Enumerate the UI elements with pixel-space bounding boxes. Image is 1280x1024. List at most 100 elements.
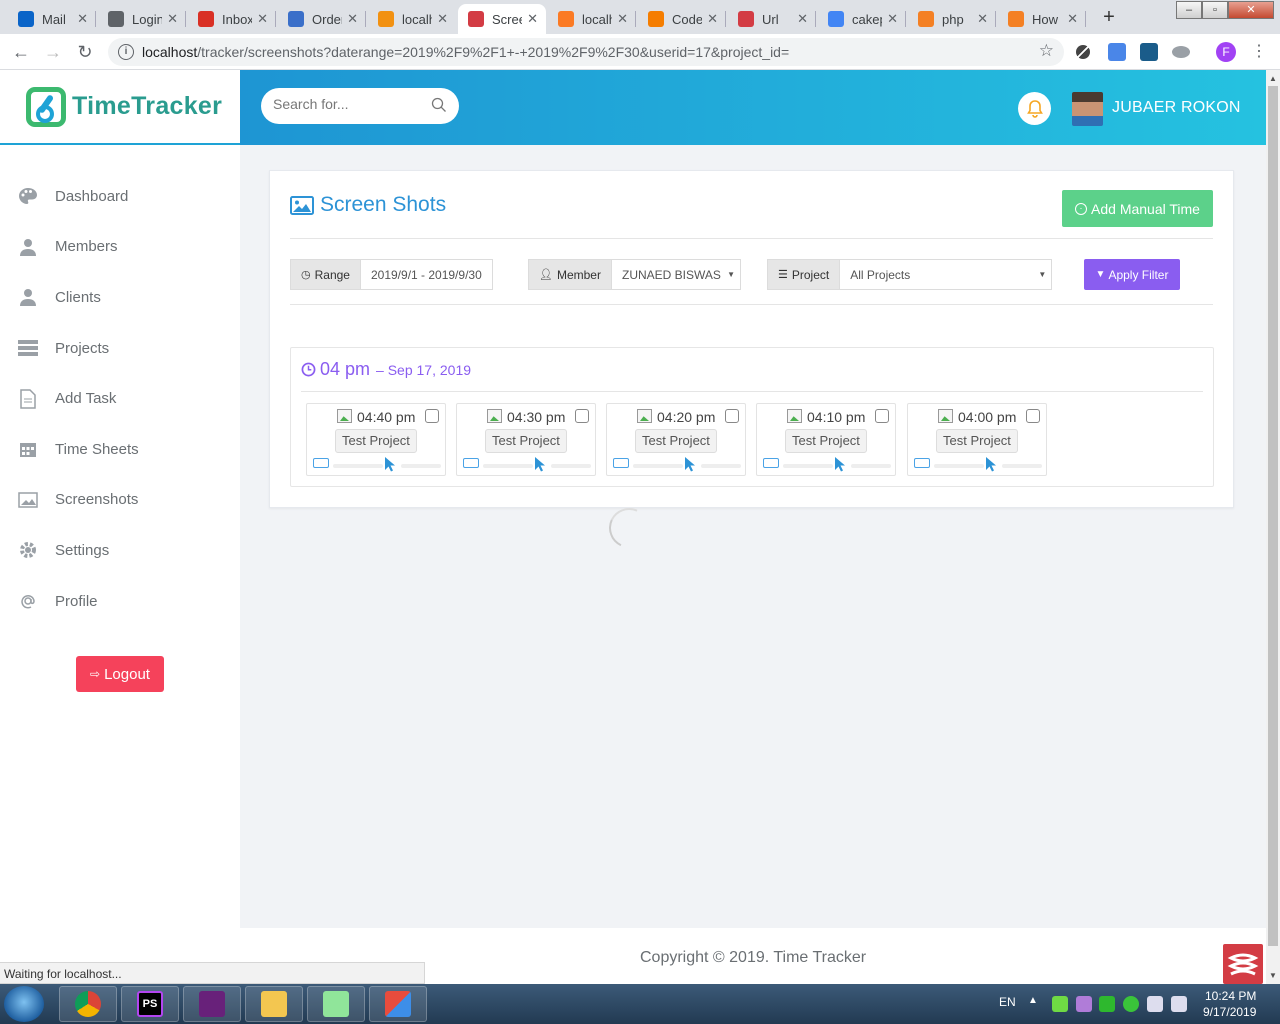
minimize-button[interactable]: –: [1176, 1, 1202, 19]
forward-icon[interactable]: →: [42, 41, 64, 63]
back-icon[interactable]: ←: [10, 41, 32, 63]
project-select[interactable]: All Projects ▼: [840, 259, 1053, 290]
sidebar-item-add-task[interactable]: Add Task: [0, 373, 240, 424]
browser-tab[interactable]: localhost ✕: [368, 4, 456, 34]
tray-overflow-icon[interactable]: ▲: [1028, 995, 1038, 1006]
page-scrollbar[interactable]: ▲ ▼: [1266, 70, 1280, 984]
sidebar-item-projects[interactable]: Projects: [0, 323, 240, 374]
volume-tray-icon[interactable]: [1171, 996, 1187, 1012]
browser-tab[interactable]: Url ✕: [728, 4, 816, 34]
tab-close-icon[interactable]: ✕: [257, 11, 268, 27]
screenshot-card[interactable]: 04:30 pm Test Project: [456, 403, 596, 476]
search-icon[interactable]: [431, 97, 447, 113]
sidebar-item-members[interactable]: Members: [0, 222, 240, 273]
tab-close-icon[interactable]: ✕: [437, 11, 448, 27]
translate-extension-icon[interactable]: [1108, 43, 1126, 61]
browser-tab-label: CodeIgniter: [672, 11, 702, 27]
tab-close-icon[interactable]: ✕: [797, 11, 808, 27]
sidebar-item-dashboard[interactable]: Dashboard: [0, 171, 240, 222]
scroll-down-icon[interactable]: ▼: [1266, 971, 1280, 980]
sidebar-item-screenshots[interactable]: Screenshots: [0, 475, 240, 526]
browser-tab[interactable]: Mail ✕: [8, 4, 96, 34]
screenshot-card[interactable]: 04:40 pm Test Project: [306, 403, 446, 476]
cakephp-debug-icon[interactable]: [1223, 944, 1263, 984]
language-indicator[interactable]: EN: [999, 995, 1016, 1009]
browser-tab[interactable]: cakephp ✕: [818, 4, 906, 34]
clock-time[interactable]: 10:24 PM: [1205, 989, 1256, 1003]
reload-icon[interactable]: ↻: [74, 41, 96, 63]
browser-tab[interactable]: CodeIgniter ✕: [638, 4, 726, 34]
upwork-tray-icon[interactable]: [1052, 996, 1068, 1012]
info-icon[interactable]: i: [118, 44, 134, 60]
clock-date[interactable]: 9/17/2019: [1203, 1005, 1256, 1019]
apply-filter-button[interactable]: ▼ Apply Filter: [1084, 259, 1180, 290]
taskbar-file-explorer[interactable]: [245, 986, 303, 1022]
avatar[interactable]: [1072, 92, 1103, 126]
profile-avatar[interactable]: F: [1216, 42, 1236, 62]
browser-menu-icon[interactable]: ⋮: [1248, 41, 1270, 63]
network-tray-icon[interactable]: [1147, 996, 1163, 1012]
taskbar-visual-studio[interactable]: [183, 986, 241, 1022]
tab-close-icon[interactable]: ✕: [977, 11, 988, 27]
user-name[interactable]: JUBAER ROKON: [1112, 99, 1241, 117]
square-extension-icon[interactable]: [1140, 43, 1158, 61]
sync-tray-icon[interactable]: [1099, 996, 1115, 1012]
eyedropper-extension-icon[interactable]: [1076, 45, 1090, 59]
broken-image-icon[interactable]: [487, 409, 502, 423]
address-bar[interactable]: i localhost/tracker/screenshots?daterang…: [108, 38, 1064, 66]
screenshot-card[interactable]: 04:00 pm Test Project: [907, 403, 1047, 476]
broken-image-icon[interactable]: [938, 409, 953, 423]
taskbar-notepad-plus-plus[interactable]: [307, 986, 365, 1022]
taskbar-phpstorm[interactable]: PS: [121, 986, 179, 1022]
sidebar-item-profile[interactable]: Profile: [0, 576, 240, 627]
bookmark-star-icon[interactable]: ☆: [1039, 41, 1054, 61]
browser-tab[interactable]: localhost ✕: [548, 4, 636, 34]
browser-tab[interactable]: Inbox ✕: [188, 4, 276, 34]
tab-close-icon[interactable]: ✕: [347, 11, 358, 27]
tab-close-icon[interactable]: ✕: [887, 11, 898, 27]
screenshot-checkbox[interactable]: [575, 409, 589, 423]
browser-tab[interactable]: Screenshots ✕: [458, 4, 546, 34]
screenshot-checkbox[interactable]: [425, 409, 439, 423]
search-input[interactable]: [273, 96, 423, 112]
screenshot-checkbox[interactable]: [1026, 409, 1040, 423]
browser-tab[interactable]: How ✕: [998, 4, 1086, 34]
tab-close-icon[interactable]: ✕: [1067, 11, 1078, 27]
broken-image-icon[interactable]: [637, 409, 652, 423]
logo[interactable]: TimeTracker: [0, 70, 240, 145]
url-text[interactable]: localhost/tracker/screenshots?daterange=…: [142, 44, 789, 60]
browser-tab[interactable]: Login ✕: [98, 4, 186, 34]
tab-close-icon[interactable]: ✕: [707, 11, 718, 27]
check-tray-icon[interactable]: [1123, 996, 1139, 1012]
notification-bell-icon[interactable]: [1018, 92, 1051, 125]
screenshot-checkbox[interactable]: [875, 409, 889, 423]
broken-image-icon[interactable]: [787, 409, 802, 423]
maximize-button[interactable]: ▫: [1202, 1, 1228, 19]
screenshot-card[interactable]: 04:20 pm Test Project: [606, 403, 746, 476]
broken-image-icon[interactable]: [337, 409, 352, 423]
cloud-extension-icon[interactable]: [1172, 46, 1190, 58]
tab-close-icon[interactable]: ✕: [527, 11, 538, 27]
member-select[interactable]: ZUNAED BISWAS ▼: [611, 259, 741, 290]
screenshot-card[interactable]: 04:10 pm Test Project: [756, 403, 896, 476]
tab-close-icon[interactable]: ✕: [167, 11, 178, 27]
screenshot-checkbox[interactable]: [725, 409, 739, 423]
date-range-input[interactable]: 2019/9/1 - 2019/9/30: [360, 259, 493, 290]
taskbar-chrome[interactable]: [59, 986, 117, 1022]
new-tab-button[interactable]: +: [1098, 6, 1120, 28]
sidebar-item-clients[interactable]: Clients: [0, 272, 240, 323]
tab-close-icon[interactable]: ✕: [617, 11, 628, 27]
feather-tray-icon[interactable]: [1076, 996, 1092, 1012]
windows-start-button[interactable]: [4, 986, 44, 1022]
taskbar-other-app[interactable]: [369, 986, 427, 1022]
add-manual-time-button[interactable]: · Add Manual Time: [1062, 190, 1213, 227]
scroll-up-icon[interactable]: ▲: [1266, 74, 1280, 83]
logout-button[interactable]: ⇨ Logout: [76, 656, 164, 692]
close-window-button[interactable]: ✕: [1228, 1, 1274, 19]
scroll-thumb[interactable]: [1268, 86, 1278, 946]
browser-tab[interactable]: Orders ✕: [278, 4, 366, 34]
sidebar-item-settings[interactable]: Settings: [0, 525, 240, 576]
browser-tab[interactable]: php ✕: [908, 4, 996, 34]
sidebar-item-time-sheets[interactable]: Time Sheets: [0, 424, 240, 475]
tab-close-icon[interactable]: ✕: [77, 11, 88, 27]
